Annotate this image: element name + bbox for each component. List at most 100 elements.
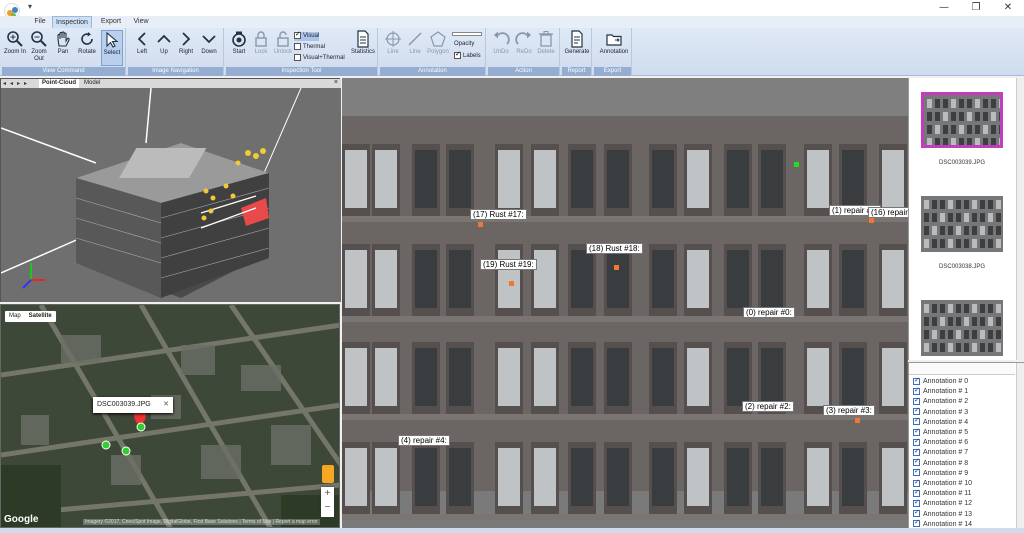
labels-checkbox[interactable] — [454, 50, 461, 59]
satellite-map[interactable] — [1, 305, 340, 528]
close-panel-icon[interactable]: × — [334, 79, 338, 86]
street-view-pegman-icon[interactable] — [322, 465, 334, 483]
annotation-checkbox[interactable] — [913, 518, 920, 528]
generate-button[interactable]: Generate — [564, 30, 590, 66]
annotation-checkbox[interactable] — [913, 376, 920, 386]
visual-checkbox[interactable] — [294, 30, 301, 39]
polygon-tool-button[interactable]: Polygon — [426, 30, 450, 66]
annotation-list-item[interactable]: Annotation # 3 — [913, 406, 968, 418]
unlock-button[interactable]: Unlock — [272, 30, 294, 66]
annotation-checkbox[interactable] — [913, 478, 920, 488]
annotation-checkbox[interactable] — [913, 396, 920, 406]
thumbnail-image[interactable] — [921, 92, 1003, 148]
point-cloud-panel[interactable]: ◂ ◂ ▸ ▸ Point-Cloud Model × — [0, 78, 341, 302]
minimize-icon[interactable]: — — [928, 0, 960, 16]
annotation-list-item[interactable]: Annotation # 2 — [913, 396, 968, 407]
annotation-list-item[interactable]: Annotation # 10 — [913, 478, 972, 489]
annotation-list-item[interactable]: Annotation # 4 — [913, 416, 968, 428]
up-button[interactable]: Up — [153, 30, 175, 66]
rotate-button[interactable]: Rotate — [76, 30, 98, 66]
annotation-marker[interactable] — [509, 281, 514, 286]
annotation-marker[interactable] — [478, 222, 483, 227]
annotation-checkbox[interactable] — [913, 416, 920, 426]
thumbnail-image[interactable] — [921, 300, 1003, 356]
select-button[interactable]: Select — [101, 30, 123, 66]
annotation-list-item[interactable]: Annotation # 13 — [913, 508, 972, 520]
undo-button[interactable]: UnDo — [490, 30, 512, 66]
annotation-label[interactable]: (3) repair #3: — [823, 405, 875, 416]
annotation-list-scrollbar[interactable] — [1016, 363, 1024, 528]
visual-thermal-option[interactable]: Visual+Thermal — [294, 54, 345, 63]
start-button[interactable]: Start — [228, 30, 250, 66]
annotation-list-item[interactable]: Annotation # 0 — [913, 376, 968, 387]
annotation-checkbox[interactable] — [913, 488, 920, 498]
thermal-option[interactable]: Thermal — [294, 43, 325, 52]
annotation-checkbox[interactable] — [913, 467, 920, 477]
annotation-label[interactable]: (18) Rust #18: — [586, 243, 643, 254]
pan-button[interactable]: Pan — [52, 30, 74, 66]
annotation-checkbox[interactable] — [913, 386, 920, 396]
zoom-out-button[interactable]: Zoom Out — [28, 30, 50, 66]
annotation-list-item[interactable]: Annotation # 6 — [913, 437, 968, 448]
visual-thermal-checkbox[interactable] — [294, 54, 301, 61]
tab-point-cloud[interactable]: Point-Cloud — [39, 79, 79, 88]
annotation-marker[interactable] — [869, 218, 874, 223]
annotation-label[interactable]: (16) repair — [868, 207, 908, 218]
thumbnail-scrollbar[interactable] — [1016, 78, 1024, 360]
annotation-label[interactable]: (0) repair #0: — [743, 307, 795, 318]
annotation-list-item[interactable]: Annotation # 14 — [913, 518, 972, 528]
annotation-checkbox[interactable] — [913, 508, 920, 518]
delete-button[interactable]: Delete — [535, 30, 557, 66]
map-panel[interactable]: Map Satellite DSC003039.JPG ✕ + − Google… — [0, 304, 340, 528]
annotation-list-item[interactable]: Annotation # 9 — [913, 467, 968, 479]
map-zoom-in-button[interactable]: + — [321, 487, 334, 501]
point-tool-button[interactable]: Line — [382, 30, 404, 66]
point-cloud-view[interactable] — [1, 88, 341, 302]
prev-nav-icon[interactable]: ◂ — [10, 80, 13, 87]
annotation-label[interactable]: (17) Rust #17: — [470, 209, 527, 220]
menu-tab-export[interactable]: Export — [98, 16, 124, 28]
lock-button[interactable]: Lock — [250, 30, 272, 66]
next-nav-icon[interactable]: ▸ — [17, 80, 20, 87]
annotation-checkbox[interactable] — [913, 437, 920, 447]
annotation-list-item[interactable]: Annotation # 12 — [913, 498, 972, 509]
first-nav-icon[interactable]: ◂ — [3, 80, 6, 87]
line-tool-button[interactable]: Line — [404, 30, 426, 66]
annotation-checkbox[interactable] — [913, 427, 920, 437]
menu-tab-file[interactable]: File — [30, 16, 50, 28]
annotation-marker[interactable] — [614, 265, 619, 270]
annotation-list-item[interactable]: Annotation # 8 — [913, 457, 968, 469]
annotation-label[interactable]: (4) repair #4: — [398, 435, 450, 446]
export-annotation-button[interactable]: Annotation — [597, 30, 631, 66]
annotation-list-item[interactable]: Annotation # 7 — [913, 447, 968, 458]
statistics-button[interactable]: Statistics — [349, 30, 377, 66]
opacity-slider[interactable] — [452, 32, 482, 36]
annotation-marker[interactable] — [855, 418, 860, 423]
menu-tab-view[interactable]: View — [130, 16, 152, 28]
last-nav-icon[interactable]: ▸ — [24, 80, 27, 87]
info-close-icon[interactable]: ✕ — [163, 397, 169, 413]
annotation-list-item[interactable]: Annotation # 5 — [913, 427, 968, 438]
left-button[interactable]: Left — [131, 30, 153, 66]
inspection-image-view[interactable]: (17) Rust #17: (18) Rust #18: (19) Rust #1… — [342, 78, 908, 528]
annotation-checkbox[interactable] — [913, 447, 920, 457]
satellite-type-button[interactable]: Satellite — [25, 311, 56, 322]
menu-tab-inspection[interactable]: Inspection — [52, 16, 92, 28]
visual-option[interactable]: Visual — [294, 30, 320, 41]
labels-option[interactable]: Labels — [454, 50, 481, 61]
map-type-button[interactable]: Map — [5, 311, 25, 322]
restore-icon[interactable]: ❐ — [960, 0, 992, 16]
annotation-checkbox[interactable] — [913, 406, 920, 416]
map-zoom-out-button[interactable]: − — [321, 501, 334, 515]
annotation-label[interactable]: (19) Rust #19: — [480, 259, 537, 270]
annotation-list-item[interactable]: Annotation # 11 — [913, 488, 972, 499]
zoom-in-button[interactable]: Zoom In — [4, 30, 26, 66]
annotation-checkbox[interactable] — [913, 498, 920, 508]
thermal-checkbox[interactable] — [294, 43, 301, 50]
annotation-checkbox[interactable] — [913, 457, 920, 467]
quick-access-dropdown-icon[interactable]: ▾ — [28, 2, 32, 11]
opacity-control[interactable]: Opacity — [454, 40, 474, 49]
redo-button[interactable]: ReDo — [513, 30, 535, 66]
tab-model[interactable]: Model — [81, 79, 103, 88]
right-button[interactable]: Right — [175, 30, 197, 66]
